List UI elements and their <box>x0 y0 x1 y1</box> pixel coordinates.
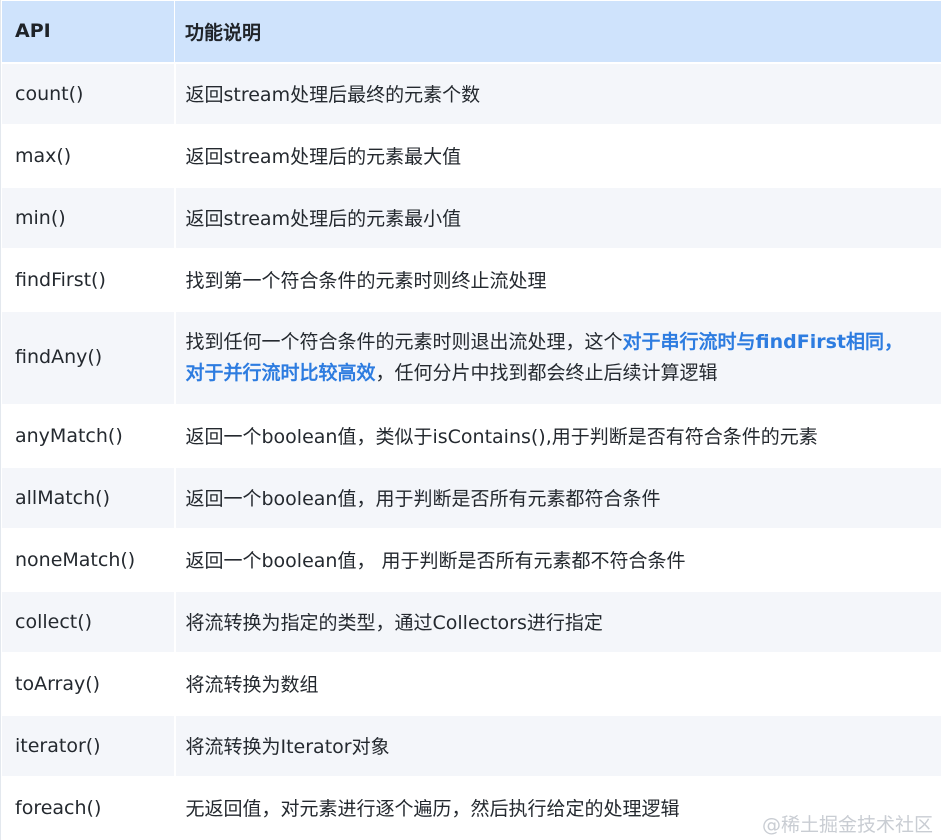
description-line-2: 对于并行流时比较高效，任何分片中找到都会终止后续计算逻辑 <box>186 358 941 389</box>
api-description: 将流转换为指定的类型，通过Collectors进行指定 <box>174 590 941 654</box>
description-text: ，任何分片中找到都会终止后续计算逻辑 <box>375 361 718 384</box>
api-description: 将流转换为数组 <box>174 652 941 716</box>
api-name: foreach() <box>1 776 176 840</box>
description-line-1: 找到任何一个符合条件的元素时则退出流处理，这个对于串行流时与findFirst相… <box>186 327 941 358</box>
api-description: 返回一个boolean值，用于判断是否所有元素都符合条件 <box>174 466 941 530</box>
description-text: 找到任何一个符合条件的元素时则退出流处理，这个 <box>185 330 623 353</box>
api-name: count() <box>1 62 176 126</box>
highlighted-text: 对于串行流时与findFirst相同， <box>622 330 903 353</box>
api-name: toArray() <box>1 652 176 716</box>
api-description: 返回一个boolean值，类似于isContains(),用于判断是否有符合条件… <box>174 404 941 468</box>
table-row: allMatch() 返回一个boolean值，用于判断是否所有元素都符合条件 <box>1 466 941 530</box>
api-name: findFirst() <box>1 248 176 312</box>
table-row: count() 返回stream处理后最终的元素个数 <box>1 62 941 126</box>
api-name: findAny() <box>1 310 176 406</box>
table-row: findAny() 找到任何一个符合条件的元素时则退出流处理，这个对于串行流时与… <box>1 310 941 406</box>
table-row: noneMatch() 返回一个boolean值， 用于判断是否所有元素都不符合… <box>1 528 941 592</box>
table-row: collect() 将流转换为指定的类型，通过Collectors进行指定 <box>1 590 941 654</box>
table-row: anyMatch() 返回一个boolean值，类似于isContains(),… <box>1 404 941 468</box>
api-name: anyMatch() <box>1 404 176 468</box>
table-header-row: API 功能说明 <box>1 0 941 64</box>
table-row: toArray() 将流转换为数组 <box>1 652 941 716</box>
api-table-container: API 功能说明 count() 返回stream处理后最终的元素个数 max(… <box>0 0 941 840</box>
highlighted-text: 对于并行流时比较高效 <box>185 361 376 384</box>
api-description: 找到任何一个符合条件的元素时则退出流处理，这个对于串行流时与findFirst相… <box>174 310 941 406</box>
api-table: API 功能说明 count() 返回stream处理后最终的元素个数 max(… <box>1 0 941 840</box>
api-description: 将流转换为Iterator对象 <box>174 714 941 778</box>
table-row: iterator() 将流转换为Iterator对象 <box>1 714 941 778</box>
table-row: min() 返回stream处理后的元素最小值 <box>1 186 941 250</box>
header-description: 功能说明 <box>174 0 941 64</box>
api-name: max() <box>1 124 176 188</box>
watermark: @稀土掘金技术社区 <box>761 814 933 836</box>
api-name: iterator() <box>1 714 176 778</box>
api-description: 找到第一个符合条件的元素时则终止流处理 <box>174 248 941 312</box>
header-api: API <box>1 0 175 64</box>
api-name: allMatch() <box>1 466 176 530</box>
api-name: collect() <box>1 590 176 654</box>
api-description: 返回stream处理后的元素最小值 <box>174 186 941 250</box>
api-description: 返回一个boolean值， 用于判断是否所有元素都不符合条件 <box>174 528 941 592</box>
api-description: 返回stream处理后的元素最大值 <box>174 124 941 188</box>
api-name: min() <box>1 186 176 250</box>
table-row: findFirst() 找到第一个符合条件的元素时则终止流处理 <box>1 248 941 312</box>
api-description: 返回stream处理后最终的元素个数 <box>174 62 941 126</box>
table-row: max() 返回stream处理后的元素最大值 <box>1 124 941 188</box>
api-name: noneMatch() <box>1 528 176 592</box>
